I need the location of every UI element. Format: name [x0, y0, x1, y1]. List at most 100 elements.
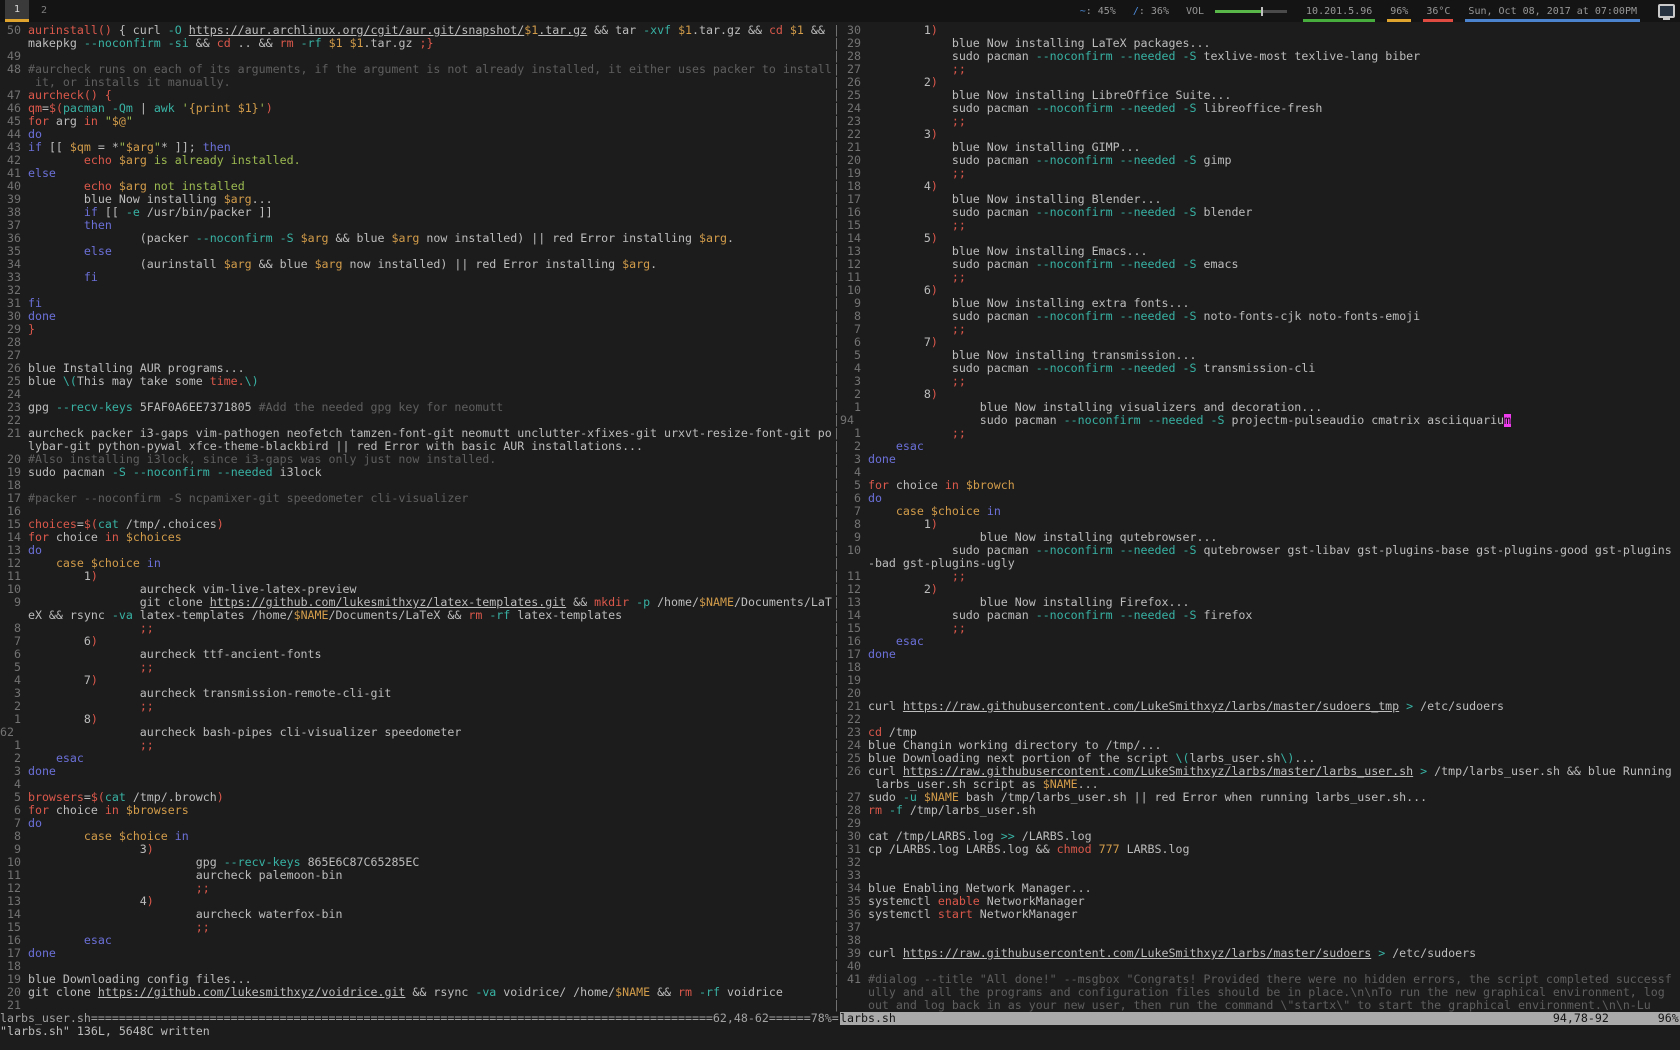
code-token: --needed	[1120, 102, 1176, 115]
code-token: -S	[1183, 50, 1197, 63]
code-token: $arg	[301, 232, 329, 245]
pane-separator-and-line-number: | 8	[833, 310, 868, 323]
pane-separator-and-line-number: | 13	[833, 596, 868, 609]
code-row: 10 aurcheck vim-live-latex-preview	[0, 583, 833, 596]
pane-separator-and-line-number: | 41	[833, 973, 868, 986]
code-token: $browch	[966, 479, 1015, 492]
code-token: blue Now installing LibreOffice Suite...	[868, 89, 1231, 102]
code-token	[868, 635, 896, 648]
editor-pane-right[interactable]: | 30 1)| 29 blue Now installing LaTeX pa…	[833, 24, 1680, 1012]
code-row: | 32	[833, 856, 1680, 869]
code-token: --needed	[1120, 154, 1176, 167]
volume-label: VOL	[1183, 0, 1207, 22]
code-token: makepkg	[28, 37, 84, 50]
code-token: --needed	[1120, 206, 1176, 219]
volume-slider-empty	[1263, 10, 1287, 13]
code-token: --noconfirm	[1036, 50, 1113, 63]
code-row: 41 else	[0, 167, 833, 180]
code-row: 45 for arg in "$@"	[0, 115, 833, 128]
code-token	[28, 921, 196, 934]
code-token: --needed	[1148, 414, 1204, 427]
code-token: blue Now installing Firefox...	[868, 596, 1190, 609]
code-token: 777	[1099, 843, 1120, 856]
code-token: )	[217, 791, 224, 804]
pane-separator-and-line-number: | 34	[833, 882, 868, 895]
line-number: 45	[0, 115, 28, 128]
code-token	[1113, 206, 1120, 219]
system-tray-display-icon[interactable]	[1658, 4, 1675, 18]
code-token: 3	[28, 843, 147, 856]
code-token	[119, 804, 126, 817]
code-token: &&	[566, 596, 594, 609]
line-number: 17	[0, 947, 28, 960]
code-token: .. &&	[231, 37, 280, 50]
code-token: done	[28, 310, 56, 323]
line-number: 36	[0, 232, 28, 245]
code-token: 5FAF0A6EE7371805	[133, 401, 259, 414]
code-token: bash /tmp/larbs_user.sh || red Error whe…	[959, 791, 1427, 804]
code-token: --needed	[1120, 544, 1176, 557]
code-token: sudo	[868, 791, 903, 804]
code-token	[1141, 414, 1148, 427]
pane-separator-and-line-number: | 1	[833, 401, 868, 414]
code-token: esac	[896, 440, 924, 453]
pane-separator-and-line-number: | 20	[833, 687, 868, 700]
code-row: | 10 6)	[833, 284, 1680, 297]
line-number: 18	[0, 479, 28, 492]
code-token	[868, 622, 952, 635]
code-token: NetworkManager	[973, 908, 1078, 921]
code-token	[1113, 154, 1120, 167]
code-row: 35 else	[0, 245, 833, 258]
code-token: blue Now installing transmission...	[868, 349, 1197, 362]
line-number: 13	[0, 895, 28, 908]
pane-separator-and-line-number: | 23	[833, 115, 868, 128]
code-token: -S	[1183, 362, 1197, 375]
code-token: larbs_user.sh script as	[868, 778, 1043, 791]
code-token: /etc/sudoers	[1385, 947, 1476, 960]
code-token: /tmp/.browch	[126, 791, 217, 804]
code-token	[868, 570, 952, 583]
pane-separator-and-line-number: | 14	[833, 609, 868, 622]
code-token: -Qm	[112, 102, 133, 115]
code-token: blue Downloading next portion of the scr…	[868, 752, 1176, 765]
line-number: 20	[0, 453, 28, 466]
pane-separator-and-line-number: | 2	[833, 388, 868, 401]
code-token: $arg	[119, 154, 147, 167]
code-token: $arg	[622, 258, 650, 271]
code-token: 6	[28, 635, 91, 648]
code-token: cat	[105, 791, 126, 804]
code-row: | 6 do	[833, 492, 1680, 505]
code-token: ;;	[952, 570, 966, 583]
code-token: ;;	[196, 882, 210, 895]
editor-pane-left[interactable]: 50 aurinstall() { curl -O https://aur.ar…	[0, 24, 833, 1012]
status-modules: ~: 45% /: 36% VOL 10.201.5.96 96% 36°C S…	[1077, 0, 1680, 22]
workspace-button-2[interactable]: 2	[36, 0, 52, 22]
code-token	[210, 466, 217, 479]
code-token: curl	[868, 765, 903, 778]
code-row: | larbs_user.sh script as $NAME...	[833, 778, 1680, 791]
code-token: )	[217, 518, 224, 531]
line-number: 16	[0, 505, 28, 518]
volume-slider[interactable]	[1215, 0, 1287, 22]
code-token: done	[868, 453, 896, 466]
code-token: blue Enabling Network Manager...	[868, 882, 1092, 895]
code-token: choices	[28, 518, 77, 531]
code-row: 18	[0, 479, 833, 492]
pane-separator-and-line-number: | 1	[833, 427, 868, 440]
line-number: 21	[0, 999, 28, 1012]
code-token: ...	[1078, 778, 1099, 791]
code-token: cd	[868, 726, 882, 739]
line-number: 25	[0, 375, 28, 388]
pane-separator-and-line-number: | 21	[833, 141, 868, 154]
code-token: fi	[28, 297, 42, 310]
code-row: 6 for choice in $browsers	[0, 804, 833, 817]
code-token: && blue	[329, 232, 392, 245]
line-number	[0, 440, 28, 453]
workspace-button-1[interactable]: 1	[5, 0, 29, 22]
line-number: 43	[0, 141, 28, 154]
code-row: | 8 sudo pacman --noconfirm --needed -S …	[833, 310, 1680, 323]
code-token: blue	[28, 375, 63, 388]
code-token: -S	[1183, 544, 1197, 557]
code-token: 5	[868, 232, 931, 245]
code-token: chmod	[1057, 843, 1092, 856]
